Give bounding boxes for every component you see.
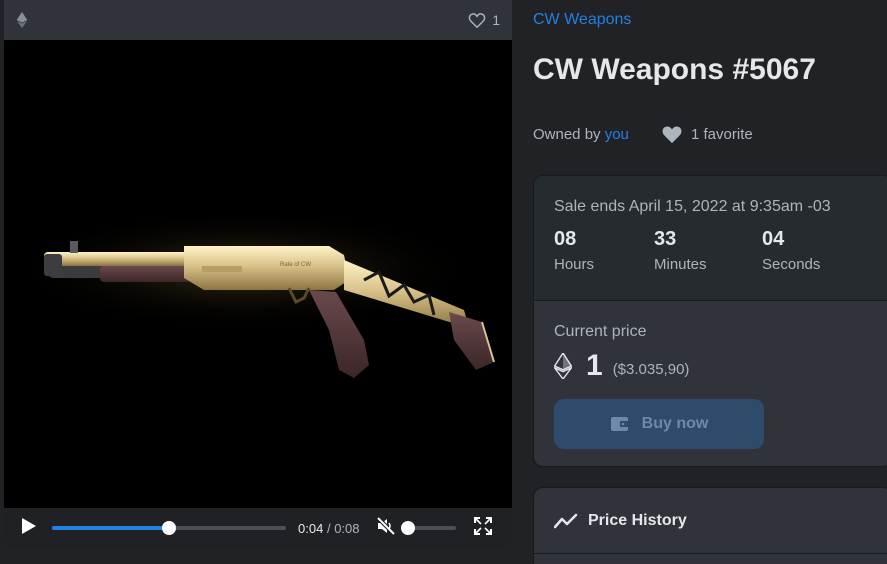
- favorite-count: 1: [492, 12, 500, 28]
- price-section: Current price 1 ($3.035,90) Buy now: [534, 301, 887, 449]
- progress-fill: [52, 526, 169, 530]
- countdown-hours-value: 08: [554, 228, 577, 250]
- collection-link[interactable]: CW Weapons: [533, 11, 631, 29]
- volume-thumb[interactable]: [400, 521, 415, 535]
- countdown-hours-label: Hours: [554, 256, 595, 273]
- mute-button[interactable]: [360, 515, 396, 541]
- current-price-label: Current price: [554, 323, 647, 340]
- progress-thumb[interactable]: [162, 521, 176, 535]
- countdown: 08 Hours 33 Minutes 04 Seconds: [554, 228, 872, 273]
- ethereum-icon: [554, 353, 572, 379]
- time-duration: 0:08: [334, 520, 360, 536]
- volume-slider[interactable]: [400, 521, 456, 535]
- time-separator: /: [326, 520, 331, 536]
- time-current: 0:04: [298, 520, 324, 536]
- item-title: CW Weapons #5067: [533, 53, 816, 86]
- countdown-seconds-label: Seconds: [762, 256, 821, 273]
- countdown-hours: 08 Hours: [554, 228, 654, 273]
- heart-outline-icon: [468, 13, 486, 28]
- time-display: 0:04 / 0:08: [298, 521, 360, 536]
- favorite-button[interactable]: 1: [468, 12, 500, 28]
- countdown-minutes: 33 Minutes: [654, 228, 762, 273]
- wallet-icon: [610, 417, 629, 431]
- countdown-seconds: 04 Seconds: [762, 228, 862, 273]
- video-player[interactable]: Rate of CW: [4, 40, 512, 508]
- countdown-minutes-value: 33: [654, 228, 677, 250]
- video-controls: 0:04 / 0:08: [4, 508, 512, 548]
- countdown-seconds-value: 04: [762, 228, 785, 250]
- ethereum-icon: [16, 12, 28, 28]
- play-icon: [22, 517, 36, 534]
- sale-timer-section: Sale ends April 15, 2022 at 9:35am -03 0…: [534, 176, 887, 301]
- progress-bar[interactable]: [52, 521, 286, 535]
- price-row: 1 ($3.035,90): [554, 349, 872, 383]
- price-history-title: Price History: [588, 511, 687, 529]
- buy-now-button[interactable]: Buy now: [554, 399, 764, 449]
- favorites-label: 1 favorite: [691, 125, 753, 143]
- fullscreen-button[interactable]: [456, 516, 492, 540]
- price-usd: ($3.035,90): [612, 360, 690, 378]
- owned-by-label: Owned by: [533, 126, 601, 143]
- shotgun-image: Rate of CW: [14, 210, 495, 378]
- media-card: 1 Rate of CW 0:04 / 0:08: [4, 0, 512, 548]
- trend-icon: [554, 513, 578, 528]
- sale-card: Sale ends April 15, 2022 at 9:35am -03 0…: [533, 175, 887, 467]
- engraving-text: Rate of CW: [280, 262, 311, 268]
- media-header: 1: [4, 0, 512, 40]
- sale-ends-text: Sale ends April 15, 2022 at 9:35am -03: [554, 198, 831, 215]
- favorites-count: 1 favorite: [661, 124, 753, 144]
- price-history-card: Price History: [533, 487, 887, 564]
- volume-muted-icon: [375, 515, 396, 536]
- heart-icon: [662, 126, 682, 144]
- price-history-header[interactable]: Price History: [534, 488, 887, 554]
- fullscreen-icon: [473, 516, 492, 535]
- owner-line: Owned by you: [533, 126, 629, 143]
- buy-now-label: Buy now: [641, 415, 709, 432]
- play-button[interactable]: [18, 516, 52, 541]
- countdown-minutes-label: Minutes: [654, 256, 707, 273]
- owner-link[interactable]: you: [605, 126, 629, 143]
- price-value: 1: [586, 349, 603, 382]
